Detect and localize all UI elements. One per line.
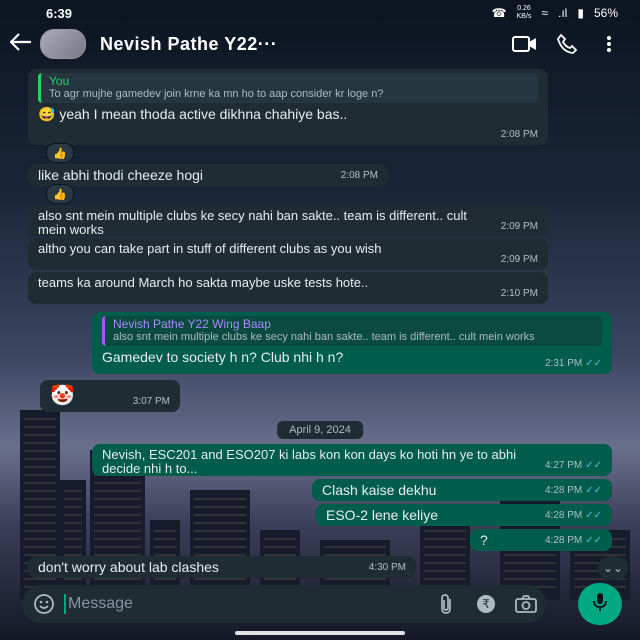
video-call-icon[interactable]: [504, 35, 546, 53]
message-outgoing[interactable]: Nevish Pathe Y22 Wing Baap also snt mein…: [92, 312, 612, 374]
scroll-to-bottom-button[interactable]: ⌄⌄: [598, 556, 628, 580]
message-text: Clash kaise dekhu: [322, 482, 437, 498]
more-vert-icon[interactable]: [588, 35, 630, 53]
mic-button[interactable]: [578, 583, 622, 625]
reaction[interactable]: 👍: [46, 184, 74, 204]
reaction[interactable]: 👍: [46, 143, 74, 163]
read-ticks-icon: ✓✓: [585, 510, 602, 521]
message-outgoing[interactable]: ESO-2 lene keliye 4:28 PM ✓✓: [316, 504, 612, 526]
quote-author: You: [49, 74, 70, 88]
quote-author: Nevish Pathe Y22 Wing Baap: [113, 317, 271, 331]
message-text: 😅 yeah I mean thoda active dikhna chahiy…: [38, 106, 348, 122]
signal-icon: .ıl: [558, 6, 568, 20]
message-incoming[interactable]: You To agr mujhe gamedev join krne ka mn…: [28, 69, 548, 145]
read-ticks-icon: ✓✓: [585, 358, 602, 369]
quoted-message[interactable]: You To agr mujhe gamedev join krne ka mn…: [38, 73, 538, 103]
message-outgoing[interactable]: Clash kaise dekhu 4:28 PM ✓✓: [312, 479, 612, 501]
mic-icon: [591, 591, 609, 618]
message-time: 4:27 PM: [544, 460, 583, 471]
message-incoming[interactable]: teams ka around March ho sakta maybe usk…: [28, 272, 548, 304]
sticker[interactable]: 🤡: [50, 385, 75, 407]
status-bar: 6:39 ☎ 0.26 KB/s ≈ .ıl ▮ 56%: [0, 0, 640, 26]
message-time: 2:09 PM: [500, 254, 538, 265]
net-speed: 0.26 KB/s: [516, 5, 532, 20]
svg-text:₹: ₹: [482, 597, 490, 611]
message-text: also snt mein multiple clubs ke secy nah…: [38, 208, 467, 237]
message-text: don't worry about lab clashes: [38, 559, 219, 575]
wifi-icon: ≈: [541, 6, 549, 20]
read-ticks-icon: ✓✓: [585, 460, 602, 471]
call-status-icon: ☎: [491, 6, 507, 20]
message-composer: Message ₹: [22, 585, 546, 623]
message-time: 4:28 PM: [544, 485, 583, 496]
message-time: 4:28 PM: [544, 535, 583, 546]
message-time: 2:08 PM: [500, 129, 538, 140]
status-time: 6:39: [46, 5, 73, 21]
read-ticks-icon: ✓✓: [585, 535, 602, 546]
rupee-icon[interactable]: ₹: [466, 593, 506, 615]
message-incoming[interactable]: 🤡 3:07 PM: [40, 380, 180, 412]
camera-icon[interactable]: [506, 594, 546, 614]
message-time: 4:28 PM: [544, 510, 583, 521]
message-text: ESO-2 lene keliye: [326, 507, 439, 523]
message-incoming[interactable]: don't worry about lab clashes 4:30 PM: [28, 556, 416, 578]
message-time: 2:10 PM: [500, 288, 538, 299]
battery-level: 56%: [593, 6, 618, 20]
quote-text: To agr mujhe gamedev join krne ka mn ho …: [49, 88, 384, 100]
date-separator: April 9, 2024: [277, 421, 363, 439]
message-text: like abhi thodi cheeze hogi: [38, 167, 204, 183]
message-text: Nevish, ESC201 and ESO207 ki labs kon ko…: [102, 447, 517, 476]
avatar[interactable]: [40, 29, 86, 59]
quoted-message[interactable]: Nevish Pathe Y22 Wing Baap also snt mein…: [102, 316, 602, 346]
double-chevron-down-icon: ⌄⌄: [602, 561, 624, 575]
message-text: Gamedev to society h n? Club nhi h n?: [102, 349, 344, 365]
message-incoming[interactable]: altho you can take part in stuff of diff…: [28, 238, 548, 270]
emoji-icon[interactable]: [24, 593, 64, 615]
message-outgoing[interactable]: ? 4:28 PM ✓✓: [470, 529, 612, 551]
message-input[interactable]: Message: [64, 594, 426, 614]
message-outgoing[interactable]: Nevish, ESC201 and ESO207 ki labs kon ko…: [92, 444, 612, 476]
message-text: altho you can take part in stuff of diff…: [38, 241, 382, 256]
message-incoming[interactable]: like abhi thodi cheeze hogi 2:08 PM: [28, 164, 388, 186]
message-text: teams ka around March ho sakta maybe usk…: [38, 275, 369, 290]
quote-text: also snt mein multiple clubs ke secy nah…: [113, 331, 535, 343]
message-incoming[interactable]: also snt mein multiple clubs ke secy nah…: [28, 205, 548, 237]
message-time: 2:08 PM: [340, 170, 378, 181]
back-arrow-icon[interactable]: [9, 31, 36, 57]
message-time: 2:31 PM: [544, 358, 583, 369]
phone-icon[interactable]: [546, 33, 588, 55]
read-ticks-icon: ✓✓: [585, 485, 602, 496]
gesture-nav-bar[interactable]: [235, 631, 405, 635]
message-time: 4:30 PM: [368, 562, 406, 573]
message-text: ?: [480, 532, 488, 548]
message-time: 2:09 PM: [500, 221, 538, 232]
paperclip-icon[interactable]: [426, 593, 466, 615]
message-time: 3:07 PM: [132, 396, 170, 407]
chat-header: Nevish Pathe Y22···: [0, 26, 640, 62]
battery-icon: ▮: [577, 6, 584, 20]
contact-name[interactable]: Nevish Pathe Y22···: [100, 34, 504, 55]
